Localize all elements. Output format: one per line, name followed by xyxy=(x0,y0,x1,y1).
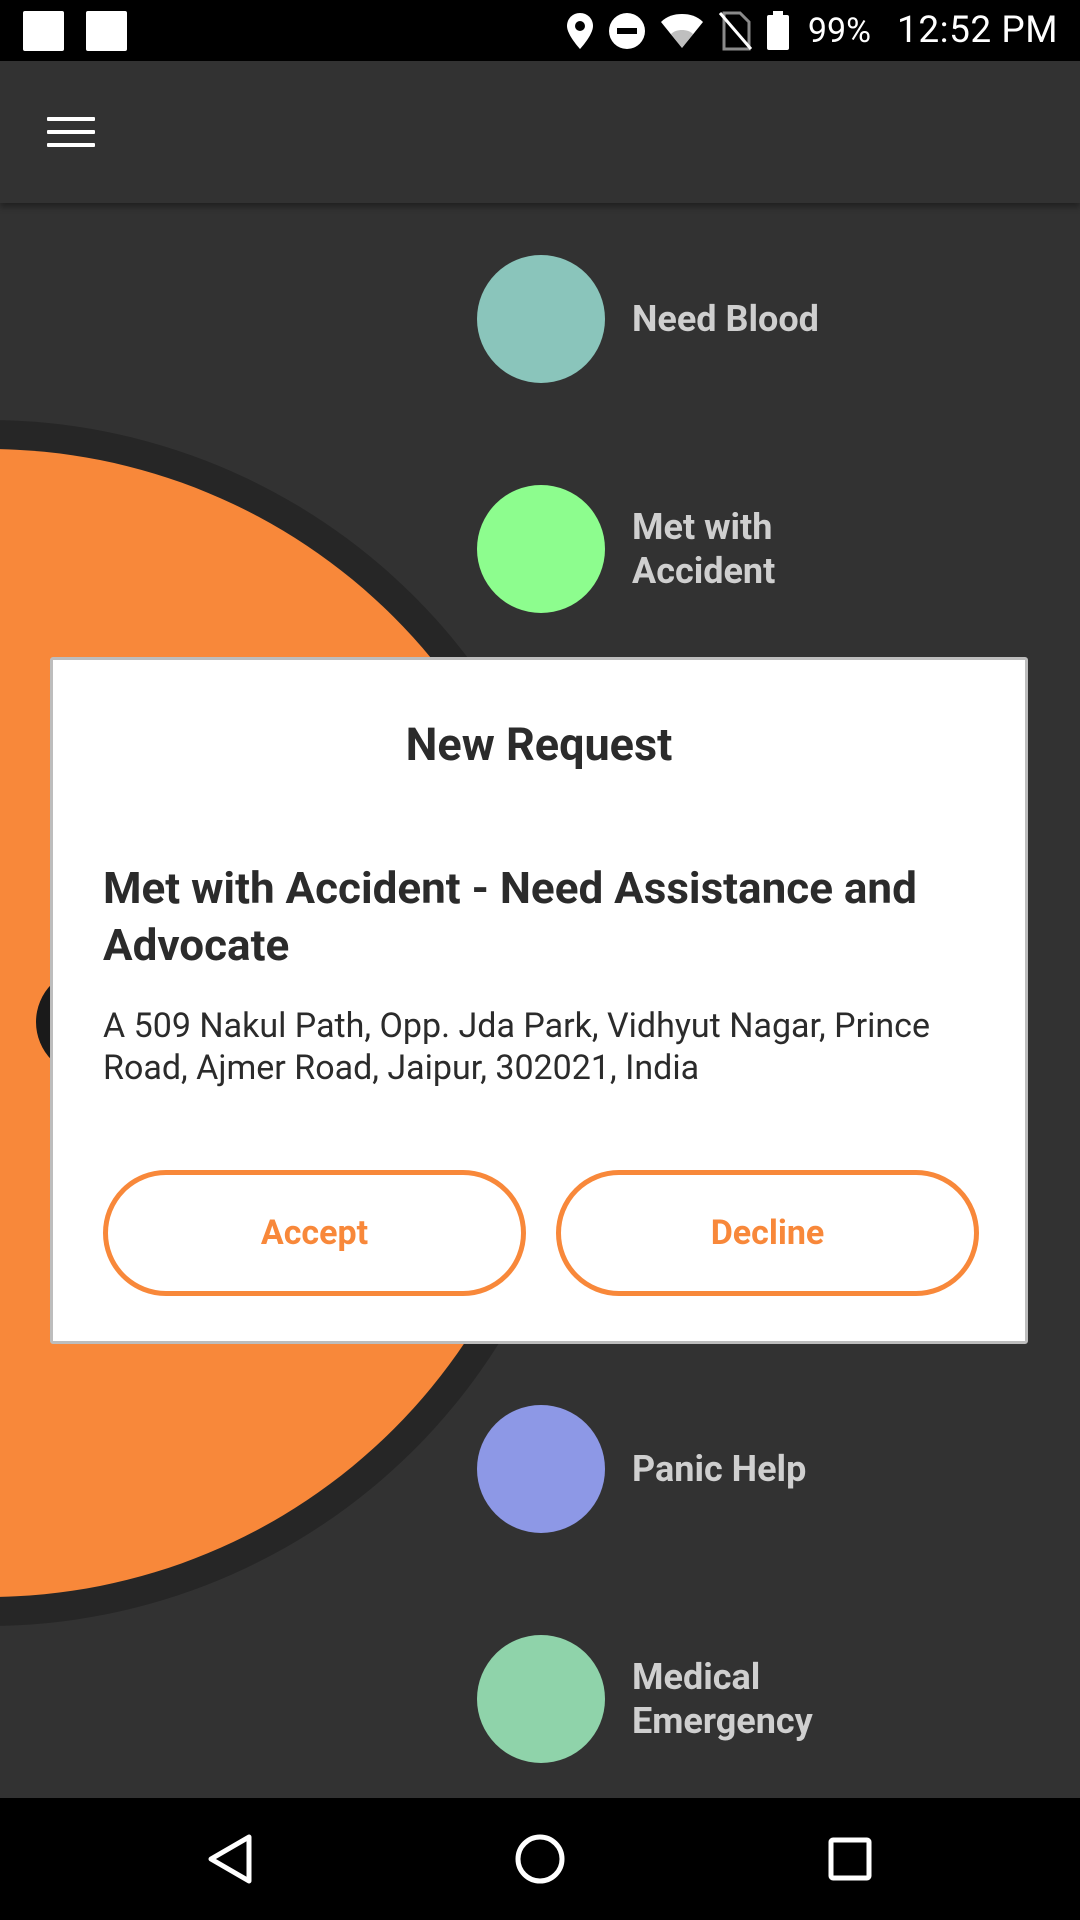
notification-square-icon xyxy=(86,11,127,51)
decline-button[interactable]: Decline xyxy=(556,1170,979,1296)
status-icons: 99% 12:52 PM xyxy=(566,0,1058,61)
battery-percentage: 99% xyxy=(807,10,872,51)
new-request-dialog: New Request Met with Accident - Need Ass… xyxy=(50,657,1028,1344)
request-address: A 509 Nakul Path, Opp. Jda Park, Vidhyut… xyxy=(103,1006,930,1088)
option-medical-emergency[interactable]: Medical Emergency xyxy=(477,1635,862,1763)
screen: 99% 12:52 PM Need Blood Met with Acciden… xyxy=(0,0,1080,1920)
status-bar: 99% 12:52 PM xyxy=(0,0,1080,61)
option-need-blood[interactable]: Need Blood xyxy=(477,255,862,383)
panic-help-icon xyxy=(477,1405,605,1533)
met-with-accident-icon xyxy=(477,485,605,613)
option-label: Medical Emergency xyxy=(632,1656,813,1742)
recents-icon[interactable] xyxy=(790,1798,910,1920)
notification-square-icon xyxy=(23,11,64,51)
need-blood-icon xyxy=(477,255,605,383)
accept-button[interactable]: Accept xyxy=(103,1170,526,1296)
option-panic-help[interactable]: Panic Help xyxy=(477,1405,862,1533)
location-pin-icon xyxy=(566,12,594,50)
medical-emergency-icon xyxy=(477,1635,605,1763)
clock: 12:52 PM xyxy=(897,9,1058,52)
battery-icon xyxy=(766,10,790,51)
no-sim-icon xyxy=(718,11,752,51)
option-label: Panic Help xyxy=(632,1448,807,1490)
app-bar xyxy=(0,61,1080,203)
navigation-bar xyxy=(0,1798,1080,1920)
option-met-with-accident[interactable]: Met with Accident xyxy=(477,485,862,613)
option-label: Met with Accident xyxy=(632,506,776,592)
hamburger-menu-icon[interactable] xyxy=(32,101,110,163)
home-icon[interactable] xyxy=(480,1798,600,1920)
back-icon[interactable] xyxy=(170,1798,290,1920)
do-not-disturb-icon xyxy=(608,12,646,50)
option-label: Need Blood xyxy=(632,298,819,340)
wifi-icon xyxy=(660,13,704,49)
request-heading: Met with Accident - Need Assistance and … xyxy=(103,862,917,971)
dialog-title: New Request xyxy=(405,718,673,771)
